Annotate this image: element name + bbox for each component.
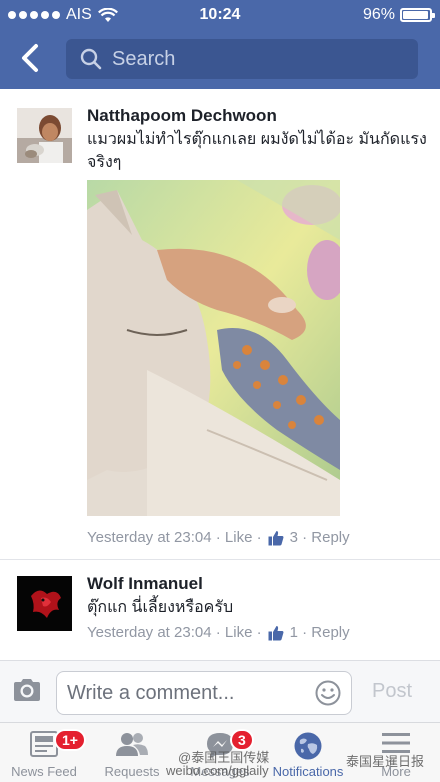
tab-bar: 1+ News Feed Requests 3 Messages Notific… bbox=[0, 722, 440, 782]
post-button[interactable]: Post bbox=[372, 680, 412, 703]
comment-composer: Write a comment... Post bbox=[0, 660, 440, 722]
reply-link[interactable]: Reply bbox=[311, 529, 349, 546]
comment-item: Wolf Inmanuel ตุ๊กแก นี่เลี้ยงหรือครับ Y… bbox=[0, 560, 440, 656]
friends-icon bbox=[116, 733, 148, 756]
watermark-weibo-url: weibo.com/gglaily bbox=[166, 763, 269, 778]
thumbs-up-icon bbox=[268, 625, 284, 640]
tab-label: Notifications bbox=[272, 764, 344, 779]
avatar[interactable] bbox=[17, 576, 72, 631]
comment-time: Yesterday at 23:04 bbox=[87, 529, 212, 546]
comment-photo[interactable] bbox=[87, 180, 340, 516]
avatar[interactable] bbox=[17, 108, 72, 163]
comment-author[interactable]: Natthapoom Dechwoon bbox=[87, 106, 277, 126]
globe-icon bbox=[294, 732, 322, 760]
comment-meta: Yesterday at 23:04 · Like · 1 · Reply bbox=[87, 624, 350, 641]
comment-author[interactable]: Wolf Inmanuel bbox=[87, 574, 203, 594]
tab-label: News Feed bbox=[11, 764, 77, 779]
comment-input-placeholder: Write a comment... bbox=[67, 682, 235, 704]
tab-requests[interactable]: Requests bbox=[88, 723, 176, 782]
comment-text: ตุ๊กแก นี่เลี้ยงหรือครับ bbox=[87, 599, 234, 616]
comment-input[interactable]: Write a comment... bbox=[56, 671, 352, 715]
news-feed-badge: 1+ bbox=[54, 729, 86, 751]
thumbs-up-icon bbox=[268, 530, 284, 545]
reply-link[interactable]: Reply bbox=[311, 624, 349, 641]
emoji-icon[interactable] bbox=[315, 680, 341, 706]
comment-item: Natthapoom Dechwoon แมวผมไม่ทำไรตุ๊กแกเล… bbox=[0, 0, 440, 560]
like-link[interactable]: Like bbox=[225, 624, 253, 641]
comment-text: แมวผมไม่ทำไรตุ๊กแกเลย ผมงัดไม่ได้อะ มันก… bbox=[87, 131, 427, 171]
tab-news-feed[interactable]: 1+ News Feed bbox=[0, 723, 88, 782]
like-count: 3 bbox=[289, 529, 298, 546]
tab-label: Requests bbox=[104, 764, 160, 779]
watermark-wechat-name: 泰国星暹日报 bbox=[346, 754, 425, 769]
comment-time: Yesterday at 23:04 bbox=[87, 624, 212, 641]
like-link[interactable]: Like bbox=[225, 529, 253, 546]
comment-meta: Yesterday at 23:04 · Like · 3 · Reply bbox=[87, 529, 350, 546]
tab-notifications[interactable]: Notifications bbox=[264, 723, 352, 782]
camera-icon[interactable] bbox=[12, 678, 42, 702]
like-count: 1 bbox=[289, 624, 298, 641]
